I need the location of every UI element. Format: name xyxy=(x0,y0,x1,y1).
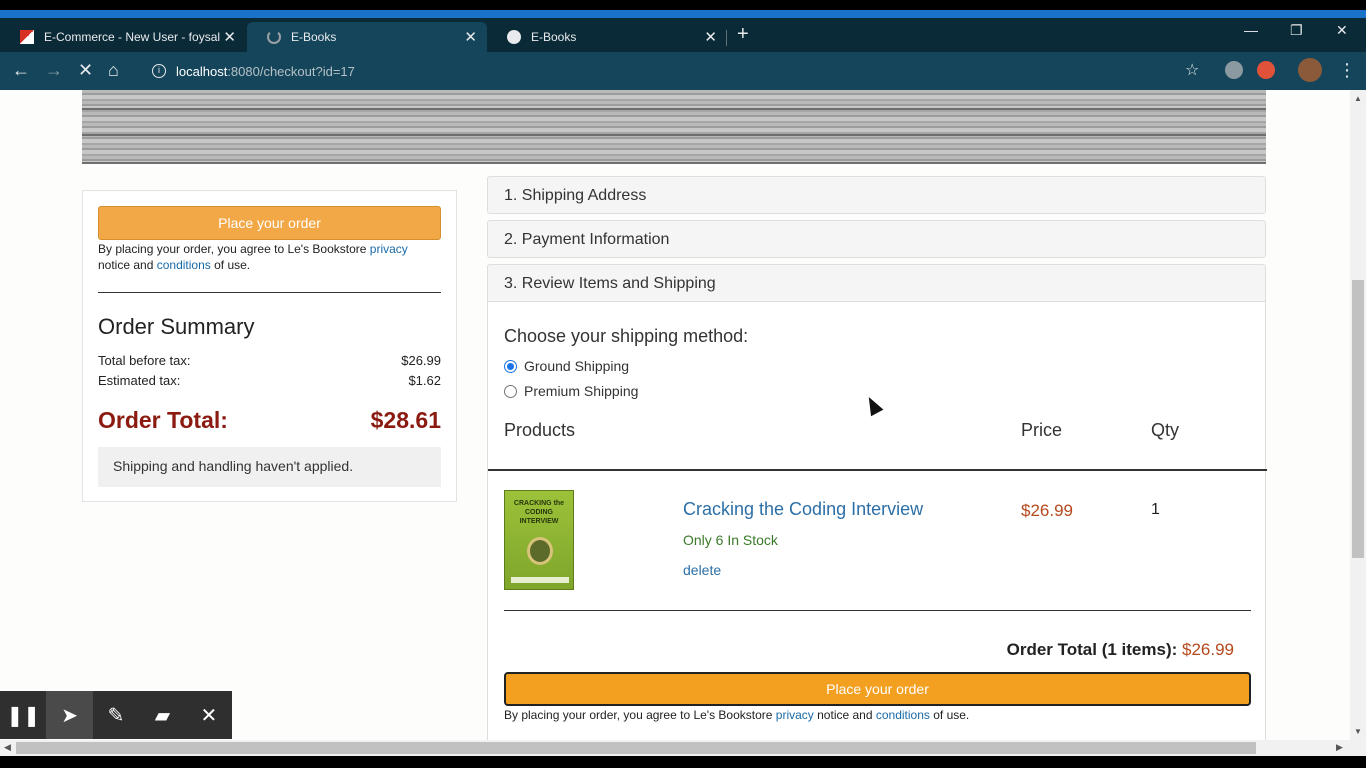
screen-bottom-bar xyxy=(0,756,1366,768)
restore-icon[interactable]: ❐ xyxy=(1290,22,1303,39)
cover-text: CRACKING the CODING INTERVIEW xyxy=(513,500,565,525)
radio-button[interactable] xyxy=(504,359,517,373)
loading-icon xyxy=(267,30,281,44)
tab-strip: E-Commerce - New User - foysal ✕ E-Books… xyxy=(0,18,1366,52)
eraser-icon[interactable]: ▰ xyxy=(139,691,185,739)
step-review-items[interactable]: 3. Review Items and Shipping xyxy=(487,264,1266,302)
close-icon[interactable]: ✕ xyxy=(464,28,477,46)
info-icon[interactable]: i xyxy=(152,64,166,78)
pointer-icon[interactable]: ➤ xyxy=(46,691,93,739)
close-icon[interactable]: ✕ xyxy=(186,691,232,739)
address-bar[interactable]: i localhost:8080/checkout?id=17 xyxy=(140,57,1220,85)
menu-icon[interactable]: ⋮ xyxy=(1338,60,1356,81)
conditions-link[interactable]: conditions xyxy=(157,258,211,272)
radio-button[interactable] xyxy=(504,384,517,398)
scroll-right-icon[interactable]: ▶ xyxy=(1336,742,1343,753)
minimize-icon[interactable]: — xyxy=(1244,22,1258,38)
book-cover-image[interactable]: CRACKING the CODING INTERVIEW xyxy=(504,490,574,590)
scroll-down-icon[interactable]: ▼ xyxy=(1354,727,1362,736)
tab-separator xyxy=(726,30,727,46)
divider xyxy=(98,292,441,293)
back-icon[interactable]: ← xyxy=(12,60,30,81)
gmail-icon xyxy=(20,30,34,44)
pause-icon[interactable]: ❚❚ xyxy=(0,691,46,739)
items-order-total: Order Total (1 items): $26.99 xyxy=(1006,640,1234,659)
clock-icon xyxy=(527,537,553,565)
premium-shipping-option[interactable]: Premium Shipping xyxy=(504,383,638,399)
tab-title: E-Books xyxy=(531,30,577,44)
tab-title: E-Commerce - New User - foysal xyxy=(44,30,221,44)
review-items-panel: Choose your shipping method: Ground Ship… xyxy=(487,302,1267,740)
close-icon[interactable]: ✕ xyxy=(223,28,236,46)
item-qty: 1 xyxy=(1151,501,1160,518)
order-total-row: Order Total: $28.61 xyxy=(98,407,441,433)
avatar[interactable] xyxy=(1298,58,1322,82)
step-payment-information[interactable]: 2. Payment Information xyxy=(487,220,1266,258)
browser-toolbar: ← → ✕ ⌂ i localhost:8080/checkout?id=17 … xyxy=(0,52,1366,90)
place-order-button[interactable]: Place your order xyxy=(98,206,441,240)
agreement-text: By placing your order, you agree to Le's… xyxy=(504,708,970,722)
new-tab-icon[interactable]: + xyxy=(737,23,749,46)
item-price: $26.99 xyxy=(1021,501,1073,520)
extension-icon[interactable] xyxy=(1257,61,1275,79)
tab-title: E-Books xyxy=(291,30,337,44)
wood-banner-image xyxy=(82,90,1266,164)
before-tax-row: Total before tax: $26.99 xyxy=(98,353,441,368)
star-icon[interactable]: ☆ xyxy=(1185,60,1199,80)
window-close-icon[interactable]: ✕ xyxy=(1336,22,1348,39)
divider xyxy=(488,469,1267,471)
window-accent-line xyxy=(0,10,1366,18)
scroll-thumb[interactable] xyxy=(16,742,1256,754)
pen-icon[interactable]: ✎ xyxy=(93,691,139,739)
shipping-note: Shipping and handling haven't applied. xyxy=(98,447,441,487)
order-summary-title: Order Summary xyxy=(98,314,255,339)
column-header-products: Products xyxy=(504,420,576,440)
tab-ebooks[interactable]: E-Books ✕ xyxy=(487,22,727,52)
stop-icon[interactable]: ✕ xyxy=(78,60,93,81)
url-path: :8080/checkout?id=17 xyxy=(227,63,355,79)
conditions-link[interactable]: conditions xyxy=(876,708,930,722)
home-icon[interactable]: ⌂ xyxy=(108,60,119,81)
url-host: localhost xyxy=(176,63,228,79)
stock-status: Only 6 In Stock xyxy=(683,532,778,548)
ground-shipping-option[interactable]: Ground Shipping xyxy=(504,358,629,374)
shipping-method-heading: Choose your shipping method: xyxy=(504,326,749,346)
tab-ecommerce[interactable]: E-Commerce - New User - foysal ✕ xyxy=(0,22,246,52)
globe-icon xyxy=(507,30,521,44)
page-viewport: Place your order By placing your order, … xyxy=(0,90,1350,740)
agreement-text: By placing your order, you agree to Le's… xyxy=(98,242,408,272)
place-order-button-bottom[interactable]: Place your order xyxy=(504,672,1251,706)
tax-row: Estimated tax: $1.62 xyxy=(98,373,441,388)
vertical-scrollbar[interactable]: ▲ ▼ xyxy=(1350,90,1366,740)
column-header-price: Price xyxy=(1021,420,1063,440)
close-icon[interactable]: ✕ xyxy=(704,28,717,46)
privacy-link[interactable]: privacy xyxy=(776,708,814,722)
horizontal-scrollbar[interactable]: ◀ ▶ xyxy=(0,740,1366,756)
step-shipping-address[interactable]: 1. Shipping Address xyxy=(487,176,1266,214)
privacy-link[interactable]: privacy xyxy=(370,242,408,256)
order-summary-card: Place your order By placing your order, … xyxy=(82,190,457,502)
extension-icon[interactable] xyxy=(1225,61,1243,79)
forward-icon[interactable]: → xyxy=(45,60,63,81)
scroll-left-icon[interactable]: ◀ xyxy=(4,742,11,753)
divider xyxy=(504,610,1251,611)
tab-ebooks-active[interactable]: E-Books ✕ xyxy=(247,22,487,52)
delete-link[interactable]: delete xyxy=(683,562,721,578)
column-header-qty: Qty xyxy=(1151,420,1180,440)
book-title-link[interactable]: Cracking the Coding Interview xyxy=(683,499,923,520)
scroll-up-icon[interactable]: ▲ xyxy=(1354,94,1362,103)
scroll-thumb[interactable] xyxy=(1352,280,1364,558)
screen-recorder-toolbar: ❚❚ ➤ ✎ ▰ ✕ xyxy=(0,691,232,739)
screen-top-bar xyxy=(0,0,1366,10)
